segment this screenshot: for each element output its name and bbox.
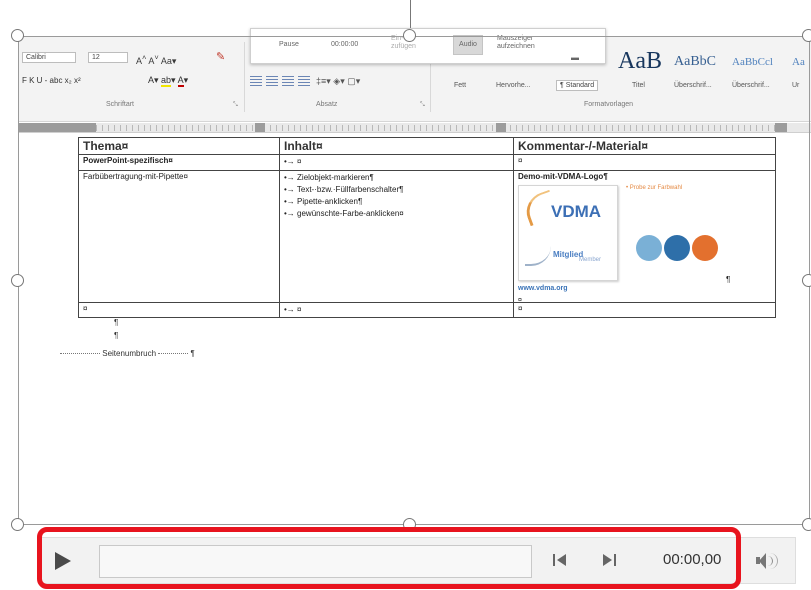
- bullet-item: •→ Text-·bzw.·Füllfarbenschalter¶: [284, 185, 404, 194]
- resize-handle-top-left[interactable]: [11, 29, 24, 42]
- demo-caption: Demo-mit-VDMA-Logo¶: [518, 172, 608, 181]
- topic-table: Thema¤ Inhalt¤ Kommentar-/-Material¤ Pow…: [78, 137, 776, 318]
- empty-paragraphs: ¶ ¶: [114, 316, 118, 342]
- document-page: Thema¤ Inhalt¤ Kommentar-/-Material¤ Pow…: [18, 133, 811, 523]
- color-probe-note: • Probe zur Farbwahl: [626, 185, 683, 191]
- screen-recording-toolbar: Pause 00:00:00 Ein- zufügen Audio Mausze…: [250, 28, 606, 64]
- styles-group-label: Formatvorlagen: [584, 101, 634, 108]
- cell-topic[interactable]: Farbübertragung-mit-Pipette¤: [78, 170, 280, 303]
- bullet-item: •→ Zielobjekt-markieren¶: [284, 173, 374, 182]
- style-title-sample[interactable]: AaB: [618, 48, 662, 75]
- vdma-logo-card[interactable]: VDMA Mitglied Member: [518, 185, 618, 281]
- text-highlight-icon[interactable]: A▾ ab▾ A▾: [148, 75, 188, 87]
- pause-label[interactable]: Pause: [279, 41, 299, 48]
- paragraph-mark: ¶: [114, 331, 119, 340]
- cell-comment[interactable]: ¤: [513, 302, 776, 318]
- font-group-label: Schriftart: [106, 101, 135, 108]
- font-name-box[interactable]: Calibri: [22, 52, 76, 63]
- bullet-item: •→ ¤: [284, 305, 302, 314]
- vdma-url: www.vdma.org: [518, 285, 568, 292]
- ruler-ticks: [96, 125, 781, 131]
- bullet-item: •→ gewünschte-Farbe-anklicken¤: [284, 209, 404, 218]
- clear-format-icon[interactable]: ✎: [216, 50, 225, 63]
- bullet-item: •→ ¤: [284, 157, 302, 166]
- ruler-column-marker[interactable]: [255, 123, 265, 132]
- header-comment: Kommentar-/-Material¤: [513, 137, 776, 155]
- rotation-stem: [410, 0, 411, 28]
- format-buttons-row[interactable]: F K U - abc x₂ x²: [22, 76, 81, 85]
- color-circle-light-blue[interactable]: [636, 235, 662, 261]
- line-spacing-icon[interactable]: ‡≡▾ ◈▾ ▢▾: [316, 76, 360, 87]
- style-tag-emphasis[interactable]: Hervorhe...: [496, 82, 531, 89]
- resize-handle-bottom-right[interactable]: [802, 518, 811, 531]
- style-heading2-label: Überschrif...: [732, 82, 770, 89]
- style-heading1-label: Überschrif...: [674, 82, 712, 89]
- justify-icon[interactable]: [298, 76, 310, 86]
- highlight-frame: [37, 527, 741, 589]
- cell-content[interactable]: •→ Zielobjekt-markieren¶ •→ Text-·bzw.·F…: [279, 170, 514, 303]
- page-break-dash: [158, 353, 189, 355]
- cell-content[interactable]: •→ ¤: [279, 302, 514, 318]
- header-topic: Thema¤: [78, 137, 280, 155]
- vdma-logo-area: VDMA Mitglied Member www.vdma.org • Prob…: [518, 185, 771, 304]
- page-break-end-mark: ¶: [190, 349, 195, 358]
- cell-topic[interactable]: ¤: [78, 302, 280, 318]
- style-heading3-sample[interactable]: Aa: [792, 56, 805, 68]
- grow-font-icon[interactable]: A˄ A˅ Aa▾: [136, 53, 176, 67]
- table-row: Farbübertragung-mit-Pipette¤ •→ Zielobje…: [78, 170, 776, 304]
- resize-handle-right[interactable]: [802, 274, 811, 287]
- pin-icon[interactable]: ▬: [571, 53, 579, 62]
- paragraph-mark: ¶: [114, 318, 119, 327]
- style-heading1-sample[interactable]: AaBbC: [674, 54, 716, 70]
- header-content: Inhalt¤: [279, 137, 514, 155]
- font-size-box[interactable]: 12: [88, 52, 128, 63]
- group-separator: [244, 42, 245, 112]
- word-window-with-video: Calibri 12 A˄ A˅ Aa▾ ✎ F K U - abc x₂ x²…: [0, 0, 811, 590]
- table-header-row: Thema¤ Inhalt¤ Kommentar-/-Material¤: [78, 137, 776, 155]
- ruler-column-marker[interactable]: [775, 123, 787, 132]
- style-title-label: Titel: [632, 82, 645, 89]
- horizontal-ruler: [18, 123, 811, 133]
- audio-toggle[interactable]: Audio: [453, 35, 483, 55]
- page-break-label: Seitenumbruch: [102, 349, 157, 358]
- ruler-margin-left: [18, 123, 96, 132]
- align-right-icon[interactable]: [282, 76, 294, 86]
- vdma-logo-text: VDMA: [551, 202, 602, 221]
- member-arrow-icon: [525, 246, 551, 266]
- cell-comment[interactable]: Demo-mit-VDMA-Logo¶ VDMA Mitglied Member…: [513, 170, 776, 304]
- recording-time: 00:00:00: [331, 41, 359, 48]
- color-circle-dark-blue[interactable]: [664, 235, 690, 261]
- paragraph-group-label: Absatz: [316, 101, 338, 108]
- member-sublabel: Member: [579, 257, 602, 263]
- table-row: PowerPoint-spezifisch¤ •→ ¤ ¤: [78, 154, 776, 171]
- align-left-icon[interactable]: [250, 76, 262, 86]
- page-break-dash: [60, 353, 100, 355]
- table-row: ¤ •→ ¤ ¤: [78, 302, 776, 318]
- cell-comment[interactable]: ¤: [513, 154, 776, 171]
- volume-icon[interactable]: [756, 552, 782, 570]
- color-circle-orange[interactable]: [692, 235, 718, 261]
- cell-content[interactable]: •→ ¤: [279, 154, 514, 171]
- style-tag-bold[interactable]: Fett: [454, 82, 466, 89]
- resize-handle-bottom-left[interactable]: [11, 518, 24, 531]
- bullet-item: •→ Pipette-anklicken¶: [284, 197, 363, 206]
- resize-handle-top[interactable]: [403, 29, 416, 42]
- resize-handle-top-right[interactable]: [802, 29, 811, 42]
- record-pointer-label[interactable]: Mauszeiger aufzeichnen: [497, 35, 563, 51]
- cell-topic[interactable]: PowerPoint-spezifisch¤: [78, 154, 280, 171]
- style-tag-standard[interactable]: ¶ Standard: [556, 80, 599, 91]
- cell-end-mark: ¤: [518, 297, 522, 304]
- align-center-icon[interactable]: [266, 76, 278, 86]
- paragraph-dialog-launcher-icon[interactable]: ⤡: [420, 102, 425, 109]
- paragraph-mark: ¶: [726, 275, 731, 284]
- page-break-marker: Seitenumbruch ¶: [60, 349, 195, 358]
- style-heading2-sample[interactable]: AaBbCcl: [732, 56, 773, 68]
- font-dialog-launcher-icon[interactable]: ⤡: [233, 102, 238, 109]
- ruler-column-marker[interactable]: [496, 123, 506, 132]
- resize-handle-left[interactable]: [11, 274, 24, 287]
- style-heading3-label: Ur: [792, 82, 800, 89]
